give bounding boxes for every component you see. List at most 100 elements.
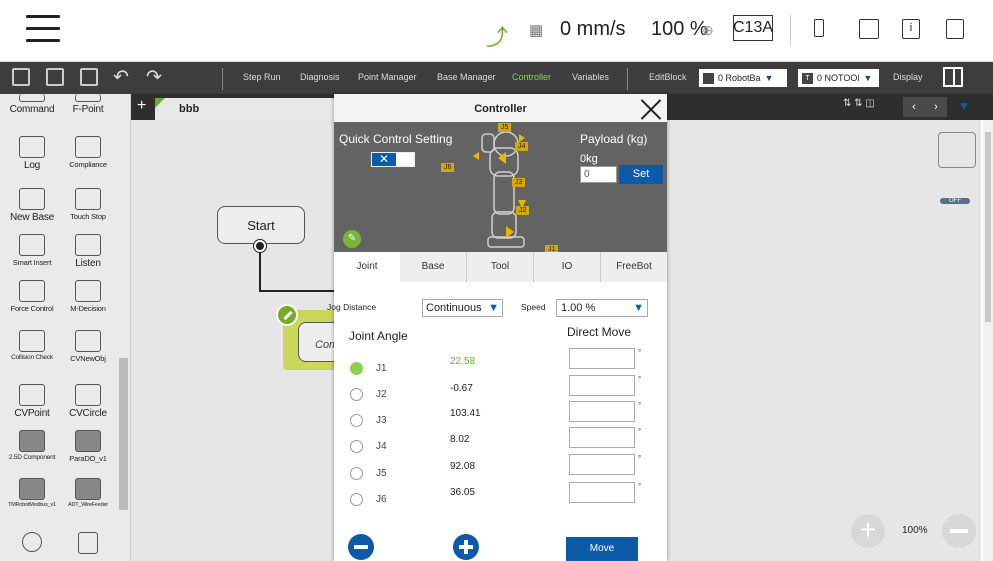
direct-move-input-j5[interactable]: [569, 454, 635, 475]
tab-freebot[interactable]: FreeBot: [601, 252, 667, 282]
palette-item-f-point[interactable]: F-Point: [58, 94, 118, 115]
jog-minus-button[interactable]: [348, 534, 374, 560]
keyboard-icon[interactable]: [859, 19, 879, 39]
base-manager-button[interactable]: Base Manager: [437, 72, 496, 82]
chevron-down-icon: ▼: [764, 73, 774, 83]
close-icon[interactable]: [640, 98, 662, 120]
joint-radio-j5[interactable]: [350, 467, 363, 480]
m-decision-icon: [75, 280, 101, 302]
palette-item-cvcircle[interactable]: CVCircle: [58, 384, 118, 419]
joint-radio-j2[interactable]: [350, 388, 363, 401]
menu-icon[interactable]: [26, 15, 60, 43]
palette-item-smart-insert[interactable]: Smart Insert: [2, 234, 62, 267]
tab-base[interactable]: Base: [400, 252, 467, 282]
zoom-out-button[interactable]: [942, 514, 976, 548]
point-manager-button[interactable]: Point Manager: [358, 72, 417, 82]
palette-item-m-decision[interactable]: M-Decision: [58, 280, 118, 313]
palette-item-cvpoint[interactable]: CVPoint: [2, 384, 62, 419]
direct-move-input-j6[interactable]: [569, 482, 635, 503]
display-button[interactable]: Display: [893, 72, 923, 82]
direct-move-input-j4[interactable]: [569, 427, 635, 448]
palette-item-adt-wirefeeder[interactable]: ADT_WireFeeder: [58, 478, 118, 508]
start-connector[interactable]: [254, 240, 266, 252]
joint-radio-j4[interactable]: [350, 440, 363, 453]
palette-settings[interactable]: [2, 532, 62, 554]
palette-item-label: ADT_WireFeeder: [68, 502, 108, 508]
speed-label: Speed: [521, 302, 546, 312]
speed-readout: 0 mm/s: [560, 18, 626, 40]
speed-select[interactable]: 1.00 % ▼: [556, 299, 648, 317]
diagnosis-button[interactable]: Diagnosis: [300, 72, 340, 82]
joint-radio-j6[interactable]: [350, 493, 363, 506]
info-icon[interactable]: i: [902, 19, 920, 39]
payload-input[interactable]: 0: [580, 166, 617, 183]
flow-nav[interactable]: ‹ ›: [903, 97, 947, 117]
palette-item-touch-stop[interactable]: Touch Stop: [58, 188, 118, 221]
flow-scrollbar-thumb[interactable]: [985, 132, 991, 322]
payload-set-button[interactable]: Set: [619, 165, 663, 184]
flow-toggle-icon[interactable]: OFF: [940, 186, 970, 210]
jog-distance-select[interactable]: Continuous ▼: [422, 299, 503, 317]
notes-icon[interactable]: [946, 19, 964, 39]
redo-icon[interactable]: ↷: [146, 66, 162, 89]
editblock-button[interactable]: EditBlock: [649, 72, 687, 82]
mode-indicator[interactable]: C13A: [733, 15, 773, 41]
palette-item-new-base[interactable]: New Base: [2, 188, 62, 223]
palette-item-command[interactable]: Command: [2, 94, 62, 115]
undo-icon[interactable]: ↶: [113, 66, 129, 89]
save-project-icon[interactable]: [80, 68, 98, 86]
tab-joint[interactable]: Joint: [334, 252, 400, 282]
status-bar: ⤴ ▦ 0 mm/s 100 % ⊕ C13A i: [0, 0, 993, 62]
joint-radio-j3[interactable]: [350, 414, 363, 427]
palette-scrollbar[interactable]: [119, 358, 128, 510]
palette-item-listen[interactable]: Listen: [58, 234, 118, 269]
open-project-icon[interactable]: [46, 68, 64, 86]
robot-arm-illustration[interactable]: [434, 122, 574, 252]
chevron-right-icon[interactable]: ›: [934, 101, 938, 113]
flow-layout-icon[interactable]: [938, 132, 976, 168]
speed-percent[interactable]: 100 %: [651, 18, 708, 41]
variables-button[interactable]: Variables: [572, 72, 609, 82]
palette-item-log[interactable]: Log: [2, 136, 62, 171]
palette-item-tmrobotmodbus[interactable]: TMRobotModbus_v1: [2, 478, 62, 508]
add-flow-button[interactable]: +: [137, 97, 146, 115]
direct-move-input-j1[interactable]: [569, 348, 635, 369]
app-root: ⤴ ▦ 0 mm/s 100 % ⊕ C13A i ↶ ↷ Step Run D…: [0, 0, 993, 561]
palette-item-label: 2.5D Component: [8, 454, 56, 461]
base-select-value: 0 RobotBa: [718, 73, 761, 83]
palette-item-parado[interactable]: ParaDO_v1: [58, 430, 118, 463]
tcp-icon: ⤴: [486, 25, 509, 50]
palette-item-cvnewobj[interactable]: CVNewObj: [58, 330, 118, 363]
chevron-down-icon[interactable]: ▼: [958, 99, 970, 113]
palette-filter[interactable]: [58, 532, 118, 556]
quick-control-toggle[interactable]: ✕: [371, 152, 415, 167]
tab-tool[interactable]: Tool: [467, 252, 534, 282]
move-button[interactable]: Move: [566, 537, 638, 561]
robot-status-icon[interactable]: [814, 19, 824, 37]
flow-tab-bbb[interactable]: bbb: [155, 98, 335, 120]
step-run-button[interactable]: Step Run: [243, 72, 281, 82]
zoom-in-button[interactable]: +: [851, 514, 885, 548]
start-node[interactable]: Start: [217, 206, 305, 244]
palette-item-collision-check[interactable]: Collision Check: [2, 330, 62, 361]
new-project-icon[interactable]: [12, 68, 30, 86]
display-panel-icon[interactable]: [943, 67, 963, 87]
joint-value: 92.08: [450, 461, 476, 472]
jog-plus-button[interactable]: [453, 534, 479, 560]
direct-move-input-j2[interactable]: [569, 375, 635, 396]
freebot-icon[interactable]: ✎: [343, 230, 361, 248]
palette-item-2-5d-component[interactable]: 2.5D Component: [2, 430, 62, 461]
controller-button[interactable]: Controller: [512, 72, 551, 82]
chevron-left-icon[interactable]: ‹: [912, 101, 916, 113]
tool-select[interactable]: T 0 NOTOOl ▼: [798, 69, 879, 87]
direct-move-input-j3[interactable]: [569, 401, 635, 422]
palette-item-force-control[interactable]: Force Control: [2, 280, 62, 313]
base-select[interactable]: 0 RobotBa ▼: [699, 69, 787, 87]
tab-io[interactable]: IO: [534, 252, 601, 282]
joint-tag: J6: [441, 163, 455, 172]
flow-sort-tools[interactable]: ⇅ ⇅ ◫: [843, 98, 875, 109]
edit-pencil-icon[interactable]: [276, 304, 298, 326]
cvcircle-icon: [75, 384, 101, 406]
joint-radio-j1[interactable]: [350, 362, 363, 375]
palette-item-compliance[interactable]: Compliance: [58, 136, 118, 169]
